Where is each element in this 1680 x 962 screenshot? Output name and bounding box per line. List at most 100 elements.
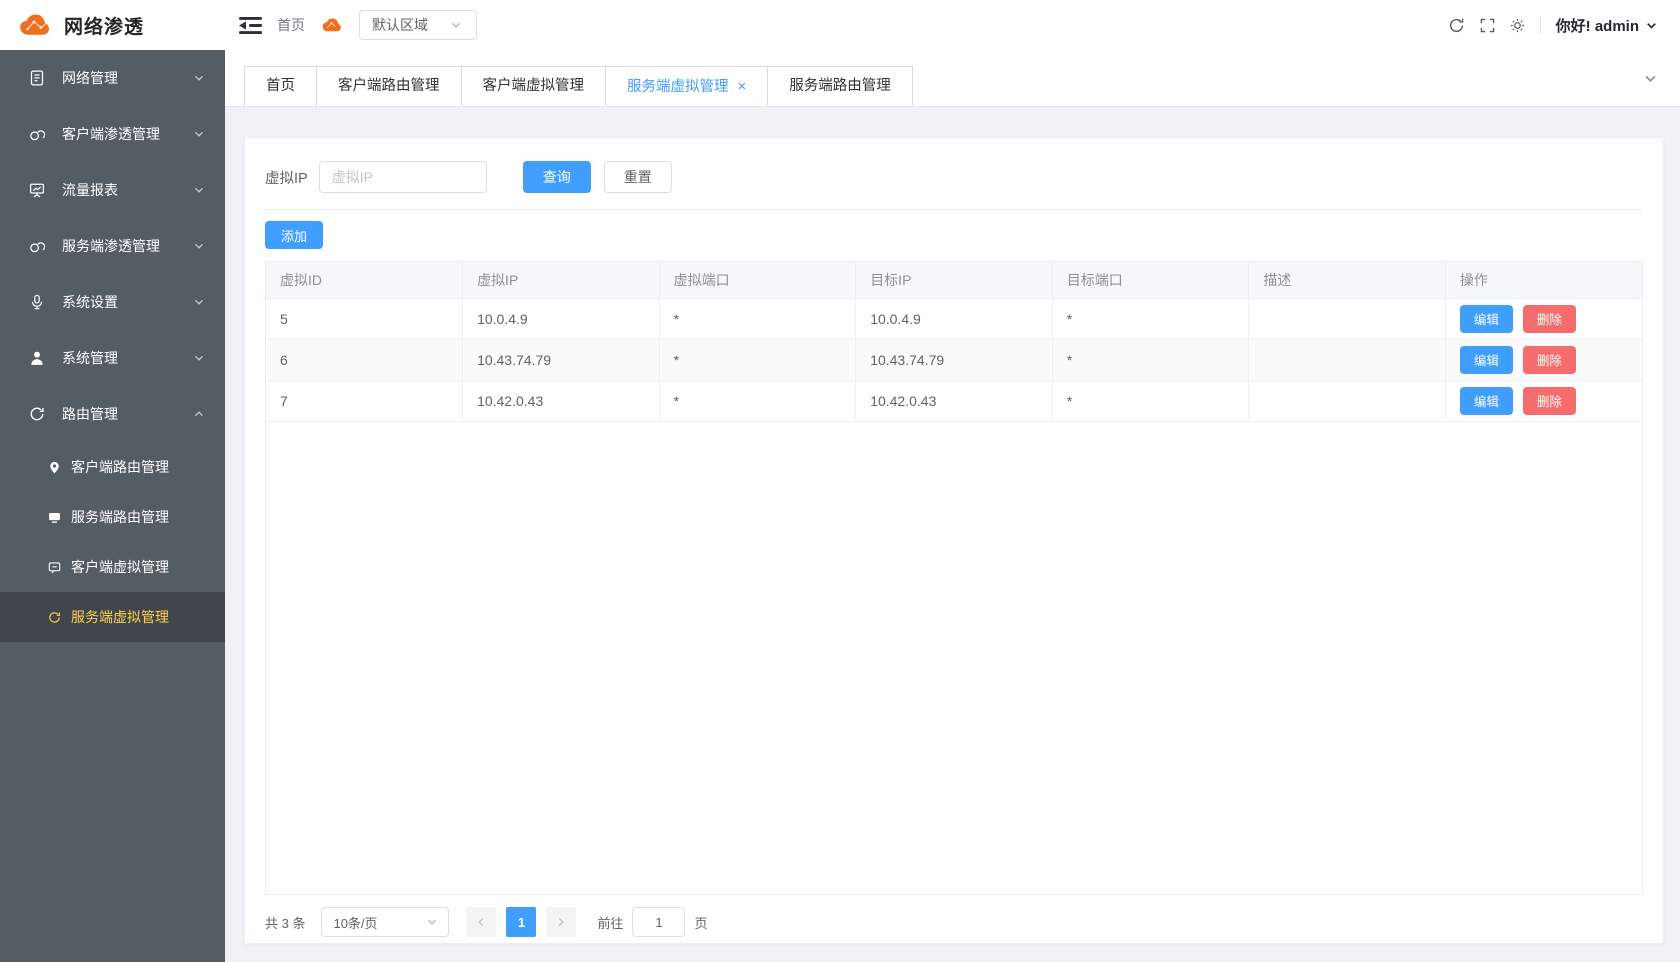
reset-button[interactable]: 重置 [604, 161, 672, 193]
cell-target-port: * [1052, 339, 1249, 380]
cell-actions: 编辑删除 [1445, 298, 1642, 339]
chevron-down-icon [1645, 19, 1658, 32]
delete-button[interactable]: 删除 [1523, 387, 1576, 415]
header-nav: 首页 默认区域 [225, 0, 1680, 50]
sidebar-item-label: 系统管理 [62, 348, 118, 368]
header-actions: 你好! admin [1448, 15, 1680, 36]
cell-target-port: * [1052, 298, 1249, 339]
page-number-button[interactable]: 1 [506, 907, 536, 937]
sidebar-item-route-management[interactable]: 路由管理 [0, 386, 225, 442]
chevron-down-icon [426, 916, 438, 928]
virtual-ip-label: 虚拟IP [265, 167, 308, 188]
sidebar-item-system-settings[interactable]: 系统设置 [0, 274, 225, 330]
cell-actions: 编辑删除 [1445, 339, 1642, 380]
app-title: 网络渗透 [64, 12, 144, 39]
tab-server-virtual[interactable]: 服务端虚拟管理 × [606, 66, 768, 106]
tab-overflow-chevron-icon[interactable] [1643, 71, 1658, 86]
chevron-down-icon [193, 240, 205, 252]
sidebar-subitem-label: 服务端虚拟管理 [71, 607, 169, 627]
cell-virtual-id: 5 [266, 298, 463, 339]
chevron-down-icon [193, 72, 205, 84]
sidebar-item-server-penetration[interactable]: 服务端渗透管理 [0, 218, 225, 274]
prev-page-button[interactable] [466, 907, 496, 937]
sidebar-subitem-client-route[interactable]: 客户端路由管理 [0, 442, 225, 492]
logo: 网络渗透 [0, 0, 225, 50]
link-icon [29, 238, 45, 254]
tab-client-route[interactable]: 客户端路由管理 [317, 66, 462, 106]
cell-virtual-port: * [659, 339, 856, 380]
sidebar-item-client-penetration[interactable]: 客户端渗透管理 [0, 106, 225, 162]
cell-actions: 编辑删除 [1445, 380, 1642, 421]
column-header-virtual-ip: 虚拟IP [463, 262, 660, 298]
region-select[interactable]: 默认区域 [359, 10, 477, 40]
sidebar-item-network-management[interactable]: 网络管理 [0, 50, 225, 106]
goto-page-input[interactable] [632, 907, 685, 937]
chevron-right-icon [555, 916, 567, 928]
user-menu[interactable]: 你好! admin [1556, 15, 1658, 36]
sidebar-subitem-server-route[interactable]: 服务端路由管理 [0, 492, 225, 542]
sidebar: 网络管理 客户端渗透管理 流量报表 服务端渗透管理 系统设置 系统管理 [0, 50, 225, 962]
add-button[interactable]: 添加 [265, 221, 323, 249]
sidebar-item-label: 流量报表 [62, 180, 118, 200]
tab-label: 服务端路由管理 [789, 78, 891, 94]
document-icon [29, 70, 45, 86]
tab-home[interactable]: 首页 [244, 66, 317, 106]
cell-target-ip: 10.0.4.9 [856, 298, 1053, 339]
content-card: 虚拟IP 查询 重置 添加 虚拟ID 虚拟IP 虚拟端口 目标IP 目标端口 描… [244, 137, 1664, 944]
page-suffix-label: 页 [694, 913, 707, 932]
virtual-ip-input[interactable] [319, 161, 487, 193]
fullscreen-icon[interactable] [1480, 18, 1495, 33]
refresh-icon[interactable] [1448, 17, 1465, 34]
chevron-down-icon [193, 352, 205, 364]
sidebar-item-traffic-report[interactable]: 流量报表 [0, 162, 225, 218]
sidebar-item-label: 服务端渗透管理 [62, 236, 160, 256]
sidebar-fold-icon[interactable] [239, 16, 262, 35]
tab-label: 客户端路由管理 [338, 78, 440, 94]
cloud-region-icon [320, 17, 344, 34]
message-icon [48, 561, 61, 574]
sidebar-subitem-server-virtual[interactable]: 服务端虚拟管理 [0, 592, 225, 642]
table-header-row: 虚拟ID 虚拟IP 虚拟端口 目标IP 目标端口 描述 操作 [266, 262, 1642, 298]
user-greeting: 你好! admin [1556, 15, 1639, 36]
tab-client-virtual[interactable]: 客户端虚拟管理 [462, 66, 607, 106]
sidebar-subitem-client-virtual[interactable]: 客户端虚拟管理 [0, 542, 225, 592]
pagination-total: 共 3 条 [265, 913, 305, 932]
cell-description [1249, 380, 1446, 421]
tab-bar: 首页 客户端路由管理 客户端虚拟管理 服务端虚拟管理 × 服务端路由管理 [225, 50, 1680, 107]
chevron-down-icon [193, 128, 205, 140]
refresh-icon [29, 406, 45, 422]
sidebar-item-label: 路由管理 [62, 404, 118, 424]
table-row: 6 10.43.74.79 * 10.43.74.79 * 编辑删除 [266, 339, 1642, 380]
delete-button[interactable]: 删除 [1523, 346, 1576, 374]
region-select-value: 默认区域 [372, 15, 428, 35]
refresh-icon [48, 611, 61, 624]
cell-virtual-id: 7 [266, 380, 463, 421]
tab-close-icon[interactable]: × [738, 78, 747, 95]
sidebar-item-system-management[interactable]: 系统管理 [0, 330, 225, 386]
edit-button[interactable]: 编辑 [1460, 387, 1513, 415]
search-button[interactable]: 查询 [523, 161, 591, 193]
chevron-left-icon [475, 916, 487, 928]
delete-button[interactable]: 删除 [1523, 305, 1576, 333]
column-header-virtual-port: 虚拟端口 [659, 262, 856, 298]
edit-button[interactable]: 编辑 [1460, 305, 1513, 333]
sidebar-subitem-label: 服务端路由管理 [71, 507, 169, 527]
tab-label: 服务端虚拟管理 [627, 79, 729, 95]
tab-server-route[interactable]: 服务端路由管理 [768, 66, 913, 106]
cell-virtual-ip: 10.43.74.79 [463, 339, 660, 380]
cell-description [1249, 298, 1446, 339]
theme-sun-icon[interactable] [1510, 18, 1525, 33]
location-icon [48, 461, 61, 474]
edit-button[interactable]: 编辑 [1460, 346, 1513, 374]
sidebar-item-label: 系统设置 [62, 292, 118, 312]
section-divider [266, 209, 1642, 210]
next-page-button[interactable] [546, 907, 576, 937]
tab-label: 客户端虚拟管理 [483, 78, 585, 94]
virtual-table: 虚拟ID 虚拟IP 虚拟端口 目标IP 目标端口 描述 操作 5 10.0.4.… [265, 261, 1643, 895]
goto-label: 前往 [597, 913, 623, 932]
cell-description [1249, 339, 1446, 380]
page-size-select[interactable]: 10条/页 [321, 907, 449, 937]
column-header-virtual-id: 虚拟ID [266, 262, 463, 298]
breadcrumb[interactable]: 首页 [277, 15, 305, 35]
cell-virtual-ip: 10.42.0.43 [463, 380, 660, 421]
